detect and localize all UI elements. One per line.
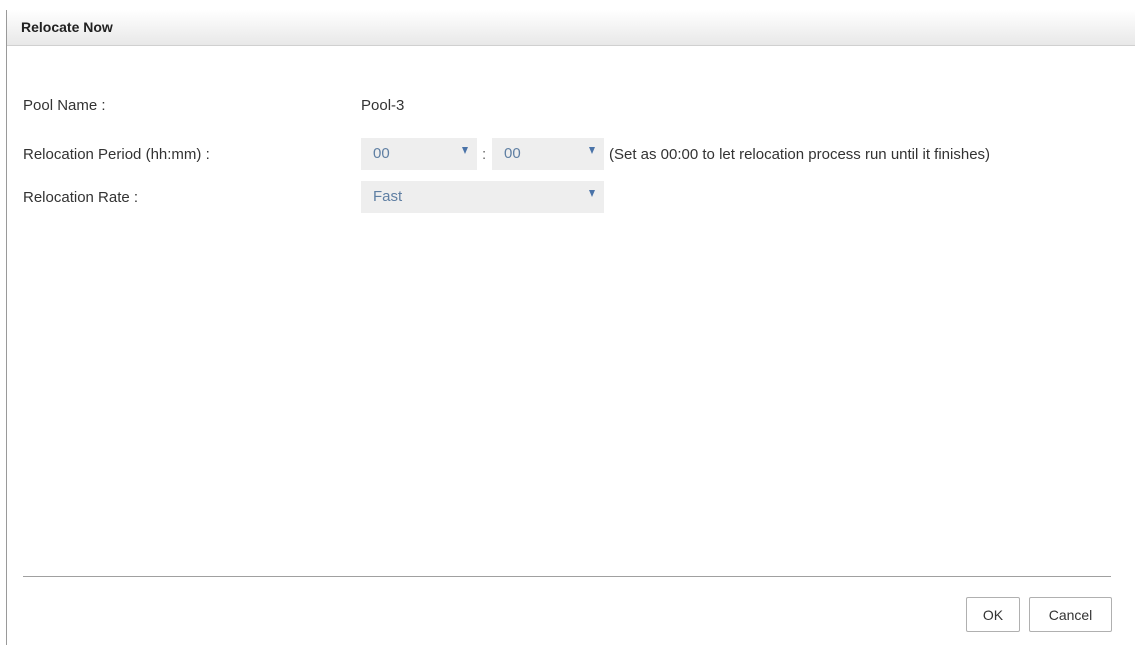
dialog-title: Relocate Now — [21, 19, 113, 35]
pool-name-value: Pool-3 — [361, 97, 405, 114]
period-hours-select[interactable]: 00 — [361, 138, 477, 170]
period-separator: : — [482, 146, 487, 163]
chevron-down-icon — [589, 190, 595, 197]
dialog-title-bar: Relocate Now — [7, 10, 1135, 46]
relocation-period-label: Relocation Period (hh:mm) : — [23, 146, 210, 163]
relocation-rate-value: Fast — [373, 188, 403, 205]
pool-name-label: Pool Name : — [23, 97, 106, 114]
period-hours-value: 00 — [373, 145, 390, 162]
cancel-button[interactable]: Cancel — [1029, 597, 1112, 632]
ok-button[interactable]: OK — [966, 597, 1020, 632]
relocation-period-hint: (Set as 00:00 to let relocation process … — [609, 146, 991, 163]
footer-divider — [23, 576, 1111, 577]
chevron-down-icon — [462, 147, 468, 154]
period-minutes-select[interactable]: 00 — [492, 138, 604, 170]
chevron-down-icon — [589, 147, 595, 154]
relocate-now-dialog: Relocate Now Pool Name : Pool-3 Relocati… — [6, 10, 1135, 645]
relocation-rate-select[interactable]: Fast — [361, 181, 604, 213]
period-minutes-value: 00 — [504, 145, 521, 162]
relocation-rate-label: Relocation Rate : — [23, 189, 139, 206]
